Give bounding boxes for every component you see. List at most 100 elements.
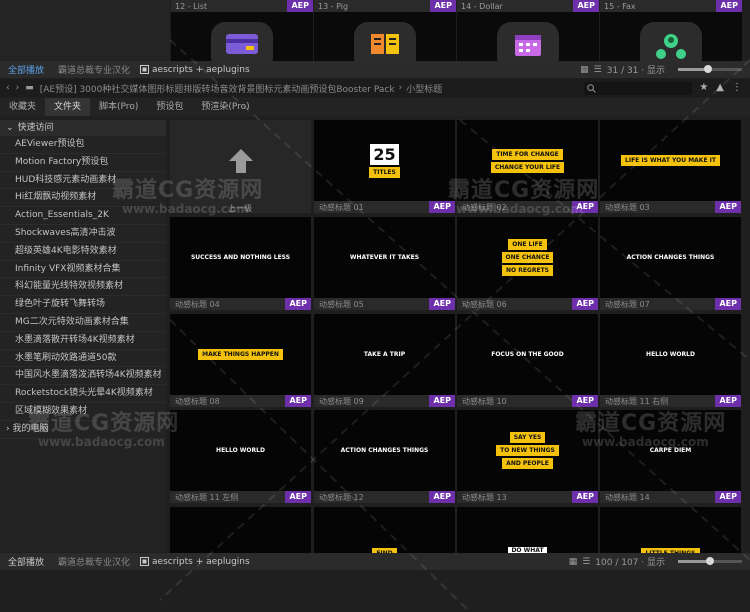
- tab-favorites[interactable]: 收藏夹: [0, 98, 45, 116]
- sidebar-item[interactable]: MG二次元特效动画素材合集: [0, 314, 166, 332]
- sidebar-item[interactable]: Shockwaves高清冲击波: [0, 225, 166, 243]
- top-card-pig[interactable]: 13 - Pig AEP: [314, 0, 456, 61]
- asset-tile[interactable]: LITTLE THINGSMAKE BIG DAYS: [600, 507, 741, 553]
- tile-caption-bar: 动感标题 11 左侧 AEP: [170, 491, 311, 503]
- favorite-icon[interactable]: ★: [699, 82, 708, 93]
- forward-icon[interactable]: ›: [16, 83, 20, 93]
- tab-presets[interactable]: 预设包: [147, 98, 192, 116]
- tile-preview-text: TIME FOR CHANGE: [492, 148, 563, 160]
- tile-preview: ACTION CHANGES THINGS: [314, 410, 455, 491]
- tile-preview-text: TO NEW THINGS: [496, 445, 559, 456]
- tab-folders[interactable]: 文件夹: [45, 98, 91, 116]
- tile-preview-text: WHATEVER IT TAKES: [349, 254, 420, 261]
- aep-badge: AEP: [572, 201, 598, 213]
- tile-preview: 25 TITLES: [314, 120, 455, 201]
- menu-icon[interactable]: ⋮: [732, 82, 742, 93]
- aep-badge: AEP: [285, 491, 311, 503]
- quick-access-header[interactable]: ⌄ 快速访问: [0, 120, 166, 136]
- sidebar-item[interactable]: 科幻能量光线特效视频素材: [0, 278, 166, 297]
- upper-panel: 12 - List AEP 13 - Pig AEP 14 - Dollar AEP …: [0, 0, 750, 61]
- asset-tile[interactable]: HELLO WORLD 动感标题 11 右侧 AEP: [600, 314, 741, 407]
- tile-caption-bar: 动感标题 08 AEP: [170, 395, 311, 407]
- chevron-right-icon: ›: [6, 423, 10, 434]
- tab-bar: 收藏夹 文件夹 脚本(Pro) 预设包 预渲染(Pro): [0, 98, 750, 116]
- sidebar-item[interactable]: 水墨笔刷动效路通道50款: [0, 350, 166, 368]
- plugin-name: aescripts + aeplugins: [152, 556, 250, 567]
- asset-tile[interactable]: START NOW: [170, 507, 311, 553]
- aep-badge: AEP: [430, 0, 456, 12]
- top-card-dollar[interactable]: 14 - Dollar AEP: [457, 0, 599, 61]
- play-all-button[interactable]: 全部播放: [0, 63, 44, 76]
- aep-badge: AEP: [715, 298, 741, 310]
- tile-preview-text: ONE CHANCE: [501, 252, 554, 263]
- top-card-fax[interactable]: 15 - Fax AEP: [600, 0, 742, 61]
- tile-caption-bar: 动感标题 12 AEP: [314, 491, 455, 503]
- asset-tile[interactable]: WHATEVER IT TAKES 动感标题 05 AEP: [314, 217, 455, 310]
- tile-preview: SUCCESS AND NOTHING LESS: [170, 217, 311, 298]
- grid-view-icon[interactable]: ▦: [580, 65, 589, 75]
- aep-badge: AEP: [429, 395, 455, 407]
- list-view-icon[interactable]: ☰: [594, 65, 602, 75]
- asset-tile[interactable]: SAY YES TO NEW THINGS AND PEOPLE 动感标题 13 AEP: [457, 410, 598, 503]
- sidebar-item[interactable]: 超级英雄4K电影特效素材: [0, 243, 166, 261]
- asset-tile[interactable]: 25 TITLES 动感标题 01 AEP: [314, 120, 455, 213]
- thumbnail-size-slider[interactable]: [670, 65, 742, 73]
- back-icon[interactable]: ‹: [6, 83, 10, 93]
- tile-preview: HELLO WORLD: [170, 410, 311, 491]
- top-card-list[interactable]: 12 - List AEP: [171, 0, 313, 61]
- asset-tile[interactable]: ACTION CHANGES THINGS 动感标题 07 AEP: [600, 217, 741, 310]
- thumbnail-size-slider[interactable]: [670, 557, 742, 565]
- breadcrumb-current[interactable]: 小型标题: [406, 82, 442, 95]
- sidebar-item[interactable]: Hi红烟飘动视频素材: [0, 189, 166, 208]
- play-all-button[interactable]: 全部播放: [0, 555, 44, 568]
- tile-preview-text: CHANGE YOUR LIFE: [490, 161, 565, 173]
- asset-tile[interactable]: LIFE IS WHAT YOU MAKE IT 动感标题 03 AEP: [600, 120, 741, 213]
- breadcrumb-path[interactable]: [AE预设] 3000种社交媒体图形标题排版转场音效背景图标元素动画预设包Boo…: [34, 82, 395, 95]
- tile-preview: SAY YES TO NEW THINGS AND PEOPLE: [457, 410, 598, 491]
- up-arrow-icon: [228, 148, 254, 177]
- sidebar-item[interactable]: HUD科技感元素动画素材: [0, 172, 166, 190]
- tile-preview: WHATEVER IT TAKES: [314, 217, 455, 298]
- tile-preview: ACTION CHANGES THINGS: [600, 217, 741, 298]
- tile-preview-text: 25: [370, 143, 399, 165]
- asset-tile[interactable]: DO WHATTHEY THINKYOU CAN'T: [457, 507, 598, 553]
- tile-caption: 动感标题 12: [319, 492, 364, 502]
- sidebar-item[interactable]: Rocketstock镜头光晕4K视频素材: [0, 385, 166, 403]
- tile-preview-text: SAY YES: [509, 432, 546, 443]
- sidebar-item[interactable]: 绿色叶子旋转飞舞转场: [0, 296, 166, 314]
- parent-folder-tile[interactable]: 上一级: [170, 120, 311, 213]
- tab-scripts[interactable]: 脚本(Pro): [90, 98, 147, 116]
- path-bar: ‹ › ▬ [AE预设] 3000种社交媒体图形标题排版转场音效背景图标元素动画…: [0, 79, 750, 97]
- tile-preview: FINDLOVE: [314, 519, 455, 553]
- tile-caption-bar: 动感标题 02 AEP: [457, 201, 598, 213]
- asset-tile[interactable]: ACTION CHANGES THINGS 动感标题 12 AEP: [314, 410, 455, 503]
- sidebar-item[interactable]: AEViewer预设包: [0, 136, 166, 154]
- plugin-label: aescripts + aeplugins: [130, 557, 250, 567]
- tile-preview-text: TAKE A TRIP: [363, 351, 406, 358]
- my-computer-item[interactable]: › 我的电脑: [0, 421, 166, 439]
- asset-tile[interactable]: ONE LIFE ONE CHANCE NO REGRETS 动感标题 06 AEP: [457, 217, 598, 310]
- asset-tile[interactable]: FINDLOVE: [314, 507, 455, 553]
- asset-tile[interactable]: TAKE A TRIP 动感标题 09 AEP: [314, 314, 455, 407]
- folder-icon[interactable]: ▬: [25, 83, 34, 93]
- asset-tile[interactable]: HELLO WORLD 动感标题 11 左侧 AEP: [170, 410, 311, 503]
- asset-tile[interactable]: MAKE THINGS HAPPEN 动感标题 08 AEP: [170, 314, 311, 407]
- sidebar-item[interactable]: 中国风水墨滴落泼洒转场4K视频素材: [0, 367, 166, 386]
- plugin-label: aescripts + aeplugins: [130, 65, 250, 75]
- asset-tile[interactable]: CARPE DIEM 动感标题 14 AEP: [600, 410, 741, 503]
- notification-icon[interactable]: ▲: [716, 82, 724, 93]
- sidebar-item[interactable]: Infinity VFX视频素材合集: [0, 261, 166, 279]
- asset-tile[interactable]: FOCUS ON THE GOOD 动感标题 10 AEP: [457, 314, 598, 407]
- search-input[interactable]: [584, 82, 692, 95]
- sidebar-item[interactable]: Motion Factory预设包: [0, 154, 166, 172]
- tab-prerender[interactable]: 预渲染(Pro): [192, 98, 258, 116]
- asset-tile[interactable]: SUCCESS AND NOTHING LESS 动感标题 04 AEP: [170, 217, 311, 310]
- sidebar-item[interactable]: 水墨滴落散开转场4K视频素材: [0, 332, 166, 350]
- tile-preview-text: HELLO WORLD: [216, 447, 265, 454]
- grid-view-icon[interactable]: ▦: [569, 557, 578, 567]
- asset-tile[interactable]: TIME FOR CHANGE CHANGE YOUR LIFE 动感标题 02 AE…: [457, 120, 598, 213]
- sidebar-item[interactable]: Action_Essentials_2K: [0, 207, 166, 225]
- list-view-icon[interactable]: ☰: [582, 557, 590, 567]
- sidebar-item[interactable]: 区域模糊效果素材: [0, 403, 166, 421]
- search-icon: [587, 84, 596, 93]
